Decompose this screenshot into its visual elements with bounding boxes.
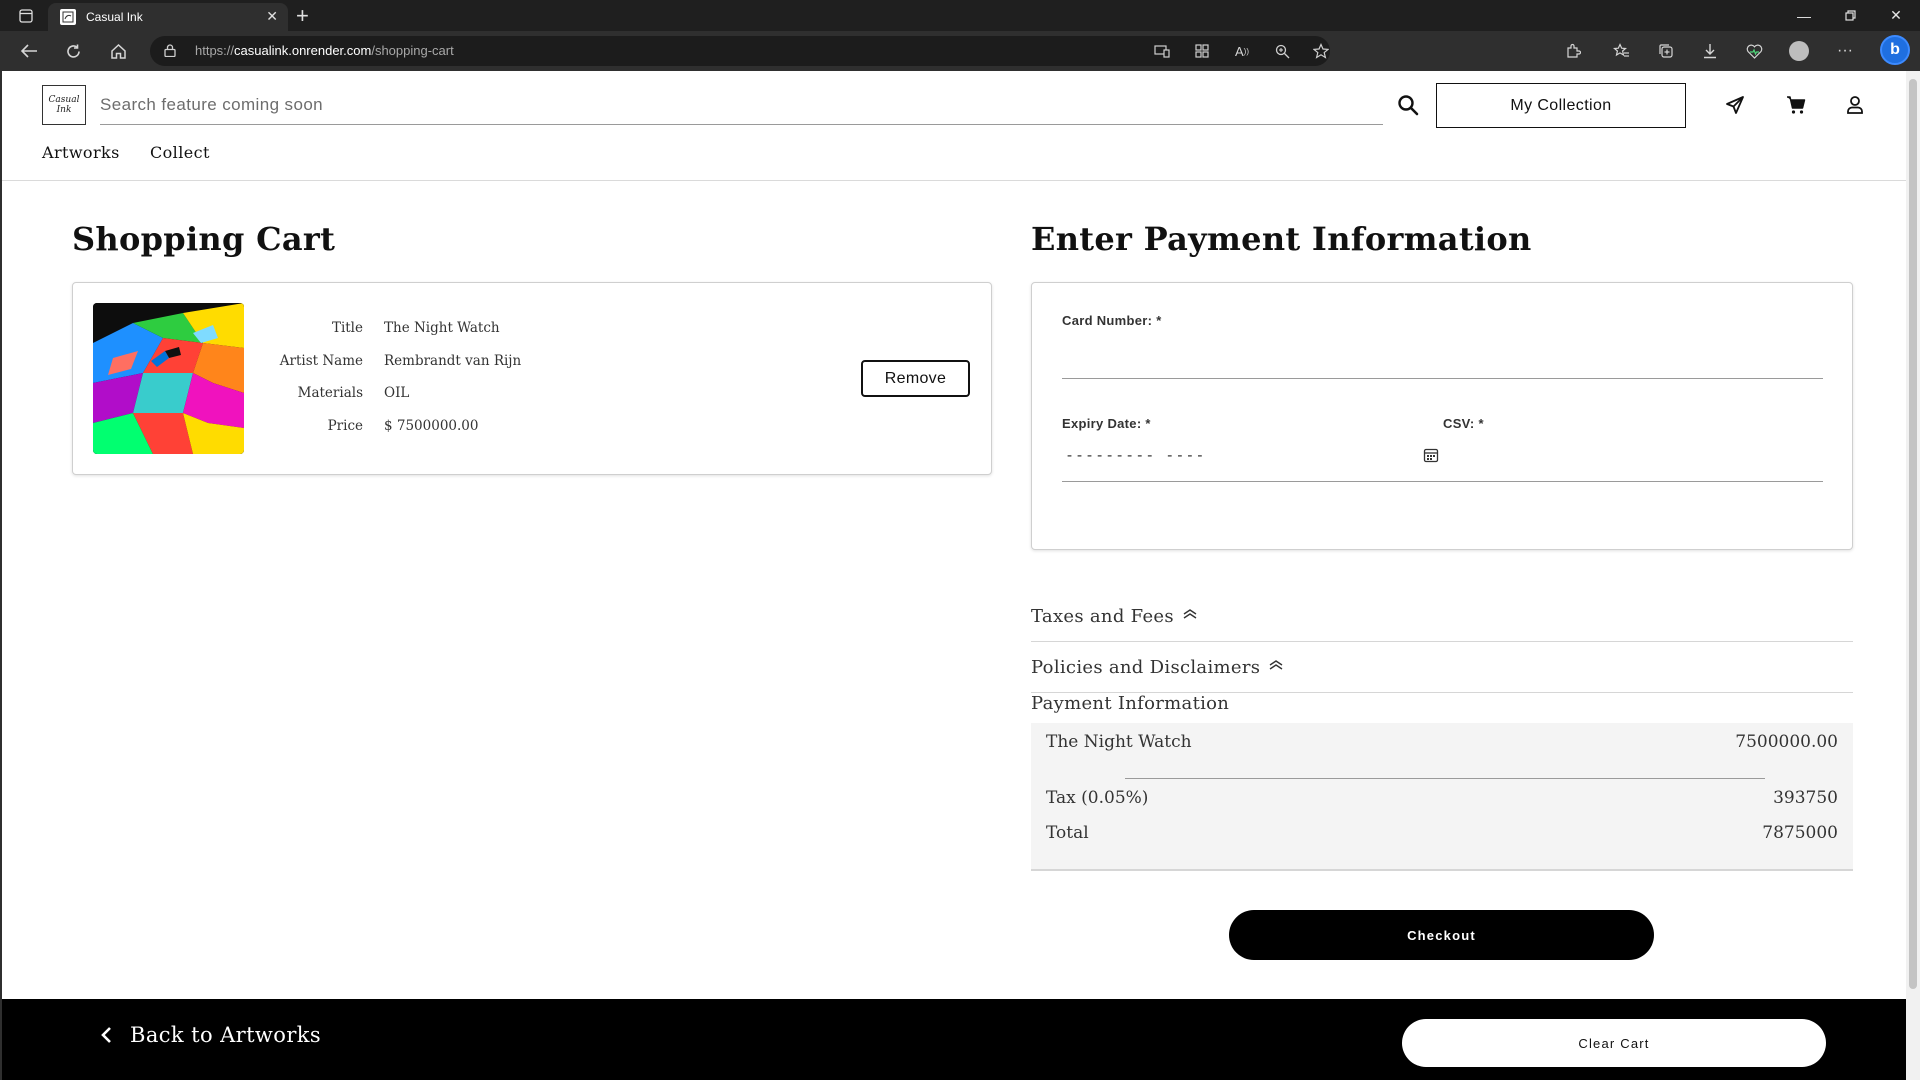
send-icon[interactable] (1725, 95, 1745, 115)
favicon-icon (60, 9, 76, 25)
summary-total-amount: 7875000 (1762, 823, 1838, 843)
summary-total-row: Total 7875000 (1046, 823, 1838, 843)
expiry-date-field[interactable] (1062, 481, 1437, 482)
card-number-label: Card Number: * (1062, 313, 1162, 328)
new-tab-icon[interactable]: + (296, 3, 309, 29)
csv-field[interactable] (1437, 481, 1823, 482)
site-header: Casual Ink Search feature coming soon My… (2, 71, 1908, 181)
url-path: /shopping-cart (371, 43, 454, 58)
app-available-icon[interactable] (1150, 39, 1174, 63)
expiry-date-placeholder: --------- ---- (1065, 446, 1206, 464)
footer-bar: Back to Artworks Clear Cart (2, 999, 1908, 1080)
minimize-icon[interactable]: — (1782, 0, 1826, 31)
home-icon[interactable] (106, 39, 130, 63)
read-aloud-icon[interactable]: A)) (1230, 39, 1254, 63)
site-logo[interactable]: Casual Ink (42, 85, 86, 125)
payment-heading: Enter Payment Information (1031, 220, 1532, 258)
page-viewport: Casual Ink Search feature coming soon My… (0, 71, 1920, 1080)
summary-total-label: Total (1046, 823, 1089, 843)
chevron-up-icon (1268, 659, 1284, 675)
download-icon[interactable] (1698, 39, 1722, 63)
price-value: $ 7500000.00 (384, 418, 479, 434)
my-collection-label: My Collection (1510, 96, 1612, 114)
browser-tab-bar: Casual Ink ✕ + — ✕ (0, 0, 1920, 31)
refresh-icon[interactable] (61, 39, 85, 63)
tab-close-icon[interactable]: ✕ (266, 8, 278, 25)
tab-title: Casual Ink (86, 10, 143, 24)
materials-label: Materials (297, 385, 363, 401)
calendar-icon[interactable] (1423, 447, 1439, 463)
extensions-icon[interactable] (1561, 39, 1585, 63)
close-window-icon[interactable]: ✕ (1874, 0, 1918, 31)
checkout-button[interactable]: Checkout (1229, 910, 1654, 960)
card-number-field[interactable] (1062, 378, 1823, 379)
csv-label: CSV: * (1443, 416, 1484, 431)
copilot-icon[interactable]: b (1880, 35, 1910, 65)
payment-info-accordion[interactable]: Payment Information (1031, 693, 1853, 723)
tab-actions-icon[interactable] (4, 0, 48, 31)
search-icon[interactable] (1397, 94, 1419, 116)
browser-essentials-icon[interactable] (1742, 39, 1766, 63)
summary-tax-label: Tax (0.05%) (1046, 788, 1149, 808)
summary-item-amount: 7500000.00 (1735, 732, 1838, 752)
browser-tab[interactable]: Casual Ink ✕ (48, 3, 288, 31)
summary-tax-row: Tax (0.05%) 393750 (1046, 788, 1838, 808)
url-scheme: https:// (195, 43, 235, 58)
policies-label: Policies and Disclaimers (1031, 656, 1261, 678)
favorite-star-icon[interactable] (1309, 39, 1333, 63)
cart-icon[interactable] (1786, 95, 1806, 115)
url-host: casualink.onrender.com (234, 43, 372, 58)
my-collection-button[interactable]: My Collection (1436, 83, 1686, 128)
summary-divider (1125, 778, 1765, 779)
expiry-date-label: Expiry Date: * (1062, 416, 1151, 431)
remove-button[interactable]: Remove (861, 360, 970, 397)
cart-item-card: Title The Night Watch Artist Name Rembra… (72, 282, 992, 475)
scrollbar-thumb[interactable] (1909, 79, 1917, 989)
clear-cart-button[interactable]: Clear Cart (1402, 1019, 1826, 1067)
payment-summary: The Night Watch 7500000.00 Tax (0.05%) 3… (1031, 723, 1853, 871)
favorites-list-icon[interactable] (1609, 39, 1633, 63)
artist-label: Artist Name (279, 353, 363, 369)
address-bar[interactable]: https://casualink.onrender.com/shopping-… (150, 36, 1330, 66)
artist-name: Rembrandt van Rijn (384, 353, 522, 369)
summary-item-name: The Night Watch (1046, 732, 1192, 752)
nav-collect[interactable]: Collect (150, 143, 210, 162)
browser-toolbar: https://casualink.onrender.com/shopping-… (0, 31, 1920, 71)
restore-icon[interactable] (1828, 0, 1872, 31)
taxes-fees-label: Taxes and Fees (1031, 605, 1174, 627)
page-scrollbar[interactable] (1906, 71, 1920, 1080)
collections-icon[interactable] (1654, 39, 1678, 63)
zoom-icon[interactable] (1270, 39, 1294, 63)
shopping-cart-heading: Shopping Cart (72, 220, 336, 258)
back-to-artworks-label: Back to Artworks (130, 1023, 322, 1047)
payment-info-label: Payment Information (1031, 693, 1230, 714)
url-text: https://casualink.onrender.com/shopping-… (195, 43, 454, 58)
search-input[interactable]: Search feature coming soon (100, 85, 1383, 125)
chevron-left-icon (101, 1027, 111, 1043)
profile-icon[interactable] (1787, 39, 1811, 63)
title-label: Title (331, 320, 363, 336)
lock-icon[interactable] (164, 44, 176, 57)
search-placeholder: Search feature coming soon (100, 94, 324, 114)
more-options-icon[interactable]: ··· (1833, 39, 1857, 63)
user-icon[interactable] (1845, 95, 1865, 115)
nav-artworks[interactable]: Artworks (42, 143, 120, 162)
summary-tax-amount: 393750 (1773, 788, 1838, 808)
artwork-title: The Night Watch (384, 320, 500, 336)
materials-value: OIL (384, 385, 410, 401)
back-to-artworks-link[interactable]: Back to Artworks (100, 1023, 321, 1047)
taxes-fees-accordion[interactable]: Taxes and Fees (1031, 591, 1853, 642)
payment-form-card: Card Number: * Expiry Date: * --------- … (1031, 282, 1853, 550)
artwork-thumbnail[interactable] (93, 303, 244, 454)
summary-item-row: The Night Watch 7500000.00 (1046, 732, 1838, 752)
chevron-up-icon (1182, 608, 1198, 624)
grid-apps-icon[interactable] (1190, 39, 1214, 63)
policies-accordion[interactable]: Policies and Disclaimers (1031, 642, 1853, 693)
back-arrow-icon[interactable] (17, 39, 41, 63)
logo-text: Casual Ink (48, 95, 80, 115)
price-label: Price (327, 418, 363, 434)
